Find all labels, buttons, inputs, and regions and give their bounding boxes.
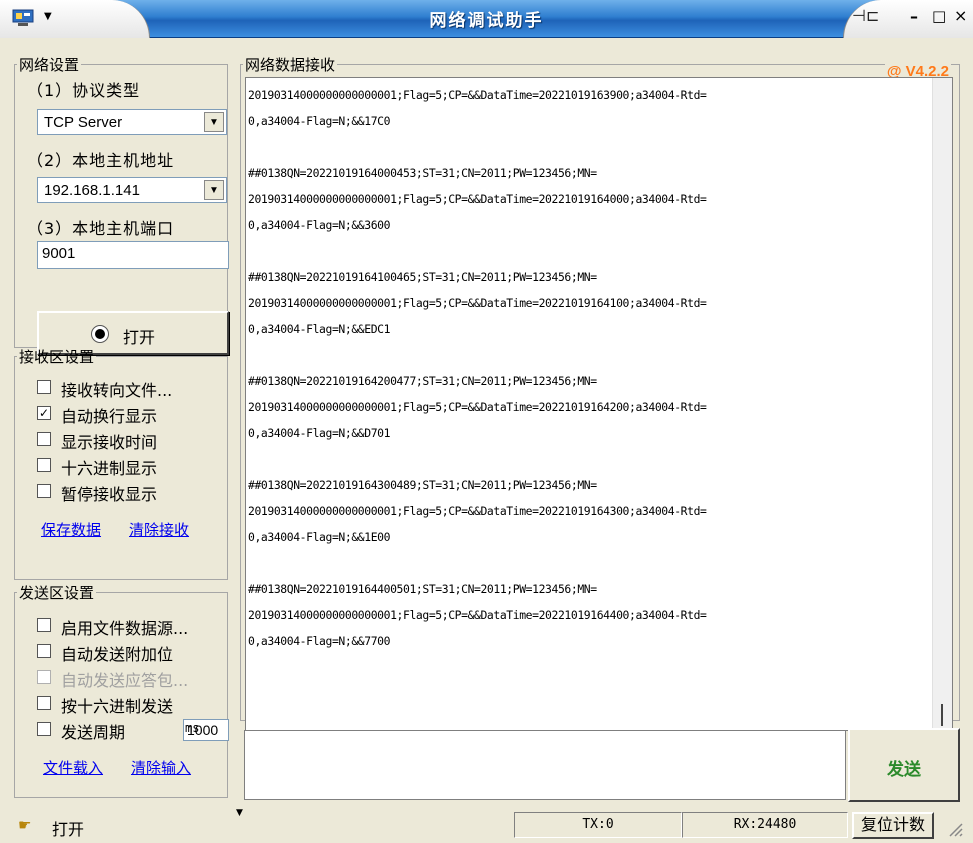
network-settings-group: 网络设置 （1）协议类型 TCP Server ▼ （2）本地主机地址 192.… [14, 54, 229, 355]
title-bar[interactable]: ▼ 网络调试助手 ⊣⊏ – □ × [0, 0, 973, 38]
protocol-type-value: TCP Server [44, 114, 123, 131]
clear-input-link[interactable]: 清除输入 [131, 757, 191, 778]
window-controls: ⊣⊏ – □ × [843, 0, 973, 38]
rx-counter: RX:24480 [682, 812, 848, 838]
checkbox-icon [37, 670, 51, 684]
pointing-hand-icon: ☛ [18, 816, 32, 834]
receive-line: 20190314000000000000001;Flag=5;CP=&&Data… [248, 192, 707, 206]
send-button-label: 发送 [887, 760, 921, 780]
checkbox-label: 自动发送应答包... [61, 671, 189, 690]
save-data-link[interactable]: 保存数据 [41, 519, 101, 540]
checkbox-icon[interactable] [37, 380, 51, 394]
receive-line [248, 342, 934, 368]
chevron-down-icon[interactable]: ▼ [204, 112, 224, 132]
checkbox-label: 十六进制显示 [61, 459, 158, 478]
caret-down-icon: ▼ [236, 808, 243, 818]
receive-line [248, 238, 934, 264]
tx-counter: TX:0 [514, 812, 682, 838]
checkbox-icon[interactable] [37, 644, 51, 658]
status-text: 打开 [52, 820, 85, 839]
checkbox-label: 按十六进制发送 [61, 697, 174, 716]
maximize-icon[interactable]: □ [932, 7, 946, 25]
clear-receive-link[interactable]: 清除接收 [129, 519, 189, 540]
pin-icon[interactable]: ⊣⊏ [852, 6, 879, 25]
protocol-type-label: （1）协议类型 [27, 81, 141, 100]
open-button-label: 打开 [123, 328, 156, 347]
receive-line: 20190314000000000000001;Flag=5;CP=&&Data… [248, 400, 707, 414]
checkbox-icon[interactable] [37, 618, 51, 632]
window-title: 网络调试助手 [429, 11, 544, 31]
checkbox-label: 发送周期 [61, 723, 126, 742]
reset-count-button[interactable]: 复位计数 [852, 812, 934, 839]
receive-line: 0,a34004-Flag=N;&&1E00 [248, 530, 391, 544]
receive-settings-title: 接收区设置 [19, 348, 95, 366]
checkbox-label: 接收转向文件... [61, 381, 173, 400]
status-bar: ☛ 打开 ▼ TX:0 RX:24480 复位计数 [0, 804, 973, 843]
receive-scrollbar[interactable] [932, 78, 952, 730]
main-frame: 网络设置 （1）协议类型 TCP Server ▼ （2）本地主机地址 192.… [0, 38, 973, 843]
radio-indicator-icon [91, 325, 109, 343]
checkbox-label: 自动换行显示 [61, 407, 158, 426]
protocol-type-select[interactable]: TCP Server ▼ [37, 109, 227, 135]
receive-line: 20190314000000000000001;Flag=5;CP=&&Data… [248, 504, 707, 518]
receive-area-title: 网络数据接收 [245, 56, 336, 74]
host-address-label: （2）本地主机地址 [27, 151, 175, 170]
checkbox-icon[interactable] [37, 458, 51, 472]
host-address-value: 192.168.1.141 [44, 182, 140, 199]
receive-line: 20190314000000000000001;Flag=5;CP=&&Data… [248, 296, 707, 310]
receive-line: 20190314000000000000001;Flag=5;CP=&&Data… [248, 88, 707, 102]
receive-line: 0,a34004-Flag=N;&&3600 [248, 218, 391, 232]
checkbox-icon[interactable] [37, 696, 51, 710]
receive-line: ##0138QN=20221019164200477;ST=31;CN=2011… [248, 374, 597, 388]
receive-line: 20190314000000000000001;Flag=5;CP=&&Data… [248, 608, 707, 622]
receive-lines: 20190314000000000000001;Flag=5;CP=&&Data… [248, 82, 934, 654]
receive-textarea[interactable]: 20190314000000000000001;Flag=5;CP=&&Data… [245, 77, 953, 731]
receive-line: 0,a34004-Flag=N;&&7700 [248, 634, 391, 648]
close-icon[interactable]: × [954, 6, 967, 25]
receive-line: ##0138QN=20221019164000453;ST=31;CN=2011… [248, 166, 597, 180]
checkbox-icon[interactable] [37, 484, 51, 498]
checkbox-send-period[interactable]: 发送周期 1000 [37, 719, 237, 742]
receive-line [248, 134, 934, 160]
host-port-input[interactable]: 9001 [37, 241, 229, 269]
host-port-label: （3）本地主机端口 [27, 219, 175, 238]
chevron-down-icon[interactable]: ▼ [204, 180, 224, 200]
send-settings-group: 发送区设置 启用文件数据源... 自动发送附加位 自动发送应答包... 按十六进… [14, 582, 229, 798]
receive-line: ##0138QN=20221019164100465;ST=31;CN=2011… [248, 270, 597, 284]
receive-line: 0,a34004-Flag=N;&&17C0 [248, 114, 391, 128]
receive-settings-group: 接收区设置 接收转向文件... ✓ 自动换行显示 显示接收时间 十六进制显示 暂… [14, 346, 228, 580]
checkbox-label: 自动发送附加位 [61, 645, 174, 664]
checkbox-label: 显示接收时间 [61, 433, 158, 452]
receive-line: 0,a34004-Flag=N;&&EDC1 [248, 322, 391, 336]
receive-line: 0,a34004-Flag=N;&&D701 [248, 426, 391, 440]
minimize-icon[interactable]: – [910, 7, 918, 26]
checkbox-checked-icon[interactable]: ✓ [37, 406, 51, 420]
send-button[interactable]: 发送 [848, 728, 960, 802]
receive-line [248, 550, 934, 576]
checkbox-label: 启用文件数据源... [61, 619, 189, 638]
host-address-select[interactable]: 192.168.1.141 ▼ [37, 177, 227, 203]
send-period-unit: ms [185, 721, 200, 735]
send-textarea[interactable] [244, 730, 846, 800]
receive-line: ##0138QN=20221019164400501;ST=31;CN=2011… [248, 582, 597, 596]
checkbox-icon[interactable] [37, 432, 51, 446]
send-settings-title: 发送区设置 [19, 584, 95, 602]
resize-grip-icon[interactable] [944, 818, 964, 838]
checkbox-label: 暂停接收显示 [61, 485, 158, 504]
network-settings-title: 网络设置 [19, 56, 80, 74]
load-file-link[interactable]: 文件载入 [43, 757, 103, 778]
receive-area-group: 网络数据接收 @ V4.2.2 20190314000000000000001;… [240, 54, 960, 731]
checkbox-icon[interactable] [37, 722, 51, 736]
receive-line [248, 446, 934, 472]
receive-line: ##0138QN=20221019164300489;ST=31;CN=2011… [248, 478, 597, 492]
scrollbar-thumb[interactable] [941, 704, 943, 726]
